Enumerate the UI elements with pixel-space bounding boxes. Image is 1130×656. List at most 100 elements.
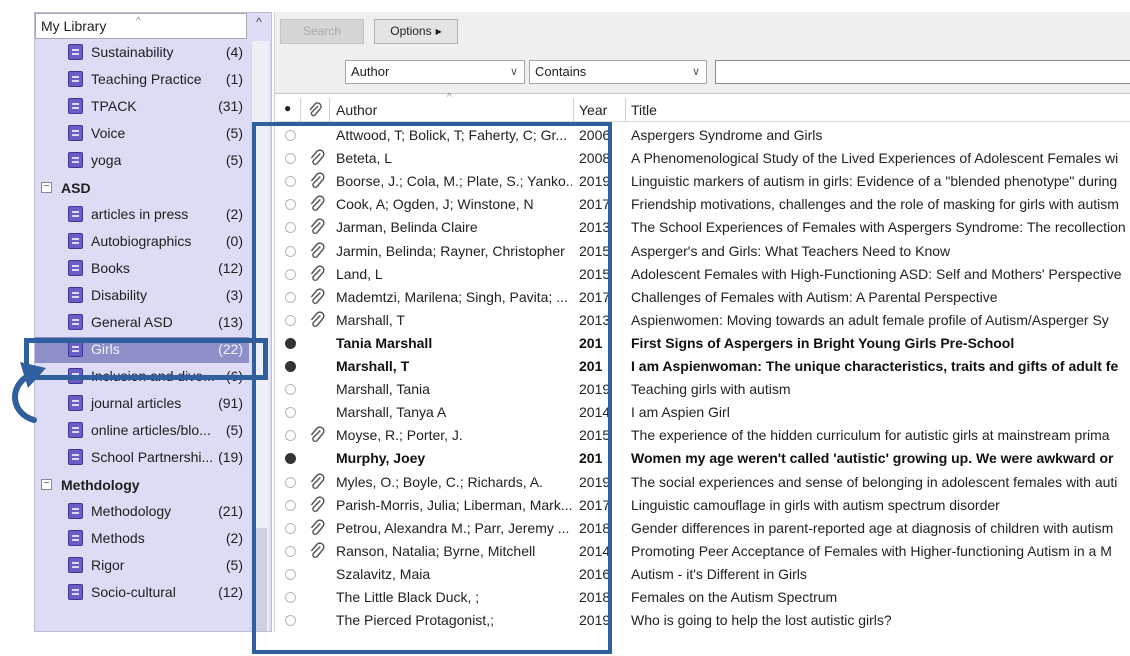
reference-title: I am Aspienwoman: The unique characteris… xyxy=(631,358,1119,374)
reference-title: Autism - it's Different in Girls xyxy=(631,565,807,582)
chevron-down-icon: ∨ xyxy=(691,66,700,78)
group-item[interactable]: Sustainability (4) xyxy=(35,40,249,66)
reference-title: Aspergers Syndrome and Girls xyxy=(631,127,823,143)
options-button[interactable]: Options ▶ xyxy=(374,19,458,44)
group-folder-icon xyxy=(68,152,83,168)
reference-title: Women my age weren't called 'autistic' g… xyxy=(631,450,1114,467)
group-folder-icon xyxy=(68,557,83,573)
group-label: Rigor xyxy=(91,557,125,573)
group-count: (13) xyxy=(218,314,243,330)
search-value-input[interactable] xyxy=(715,60,1130,84)
group-count: (12) xyxy=(218,260,243,276)
reference-title: Friendship motivations, challenges and t… xyxy=(631,196,1119,213)
library-panel: My Library ^ ^ Sustainability (4) Teaching… xyxy=(34,12,272,632)
reference-title: Linguistic camouflage in girls with auti… xyxy=(631,496,1000,513)
reference-title: A Phenomenological Study of the Lived Ex… xyxy=(631,150,1119,167)
group-label: School Partnershi... xyxy=(91,449,214,465)
group-count: (12) xyxy=(218,584,243,600)
reference-title: Linguistic markers of autism in girls: E… xyxy=(631,173,1118,190)
group-item[interactable]: journal articles (91) xyxy=(35,391,249,417)
group-folder-icon xyxy=(68,98,83,114)
group-folder-icon xyxy=(68,449,83,465)
group-folder-icon xyxy=(68,260,83,276)
column-divider[interactable] xyxy=(573,98,574,122)
group-folder-icon xyxy=(68,395,83,411)
reference-title: First Signs of Aspergers in Bright Young… xyxy=(631,334,1015,351)
group-label: Disability xyxy=(91,287,148,303)
chevron-down-icon: ∨ xyxy=(509,66,518,78)
reference-title: Challenges of Females with Autism: A Par… xyxy=(631,288,998,305)
author-column-header[interactable]: Author xyxy=(336,102,377,118)
read-status-column-icon[interactable]: ● xyxy=(284,101,291,115)
search-toolbar: Search Options ▶ Author ∨ Contains ∨ xyxy=(275,12,1130,94)
group-label: General ASD xyxy=(91,314,173,330)
group-set-asd[interactable]: − ASD xyxy=(35,175,249,201)
sort-caret-icon: ^ xyxy=(136,16,141,27)
reference-title: The social experiences and sense of belo… xyxy=(631,473,1118,490)
group-item[interactable]: Methods (2) xyxy=(35,526,249,552)
group-item[interactable]: Books (12) xyxy=(35,256,249,282)
group-count: (0) xyxy=(225,233,243,249)
group-label: yoga xyxy=(91,152,122,168)
group-label: journal articles xyxy=(91,395,182,411)
title-column-header[interactable]: Title xyxy=(631,102,657,118)
group-folder-icon xyxy=(68,530,83,546)
year-column-header[interactable]: Year xyxy=(579,102,607,118)
group-item[interactable]: School Partnershi... (19) xyxy=(35,445,249,471)
group-item[interactable]: Methodology (21) xyxy=(35,499,249,525)
group-folder-icon xyxy=(68,314,83,330)
attachment-column-icon[interactable] xyxy=(307,102,323,121)
library-header[interactable]: My Library ^ xyxy=(35,13,247,39)
triangle-right-icon: ▶ xyxy=(435,27,442,36)
group-item[interactable]: Disability (3) xyxy=(35,283,249,309)
group-label: Sustainability xyxy=(91,44,174,60)
collapse-toggle-icon[interactable]: − xyxy=(41,479,52,490)
group-label: TPACK xyxy=(91,98,137,114)
reference-title: Gender differences in parent-reported ag… xyxy=(631,519,1114,536)
search-field-value: Author xyxy=(351,64,390,79)
group-set-label: ASD xyxy=(61,180,91,196)
search-operator-dropdown[interactable]: Contains ∨ xyxy=(529,60,707,84)
column-divider[interactable] xyxy=(329,98,330,122)
group-folder-icon xyxy=(68,71,83,87)
library-header-label: My Library xyxy=(41,18,107,34)
reference-title: I am Aspien Girl xyxy=(631,404,730,421)
group-item[interactable]: TPACK (31) xyxy=(35,94,249,120)
collapse-toggle-icon[interactable]: − xyxy=(41,182,52,193)
scroll-up-arrow-icon[interactable]: ^ xyxy=(249,15,269,37)
group-item[interactable]: online articles/blo... (5) xyxy=(35,418,249,444)
search-field-dropdown[interactable]: Author ∨ xyxy=(345,60,525,84)
search-button[interactable]: Search xyxy=(280,19,364,44)
group-count: (21) xyxy=(218,503,243,519)
group-folder-icon xyxy=(68,503,83,519)
column-divider[interactable] xyxy=(625,98,626,122)
reference-title: The experience of the hidden curriculum … xyxy=(631,427,1110,444)
group-count: (3) xyxy=(225,287,243,303)
group-item[interactable]: General ASD (13) xyxy=(35,310,249,336)
options-label: Options xyxy=(390,24,432,38)
group-count: (5) xyxy=(225,557,243,573)
reference-title: Adolescent Females with High-Functioning… xyxy=(631,265,1122,282)
group-label: Socio-cultural xyxy=(91,584,176,600)
group-item[interactable]: Teaching Practice (1) xyxy=(35,67,249,93)
group-set-methdology[interactable]: − Methdology xyxy=(35,472,249,498)
group-count: (5) xyxy=(225,422,243,438)
group-count: (5) xyxy=(225,152,243,168)
group-label: Methods xyxy=(91,530,145,546)
group-item[interactable]: articles in press (2) xyxy=(35,202,249,228)
search-operator-value: Contains xyxy=(535,64,587,79)
references-highlight-box xyxy=(252,122,612,654)
group-item[interactable]: Socio-cultural (12) xyxy=(35,580,249,606)
reference-title: Aspienwomen: Moving towards an adult fem… xyxy=(631,311,1109,328)
group-item[interactable]: Autobiographics (0) xyxy=(35,229,249,255)
column-divider[interactable] xyxy=(300,98,301,122)
reference-title: Asperger's and Girls: What Teachers Need… xyxy=(631,242,951,259)
group-item[interactable]: Voice (5) xyxy=(35,121,249,147)
group-label: Autobiographics xyxy=(91,233,192,249)
group-folder-icon xyxy=(68,125,83,141)
group-item[interactable]: Rigor (5) xyxy=(35,553,249,579)
group-label: Voice xyxy=(91,125,126,141)
group-label: Methodology xyxy=(91,503,172,519)
table-header: ● Author Year Title xyxy=(275,98,1130,122)
group-item[interactable]: yoga (5) xyxy=(35,148,249,174)
